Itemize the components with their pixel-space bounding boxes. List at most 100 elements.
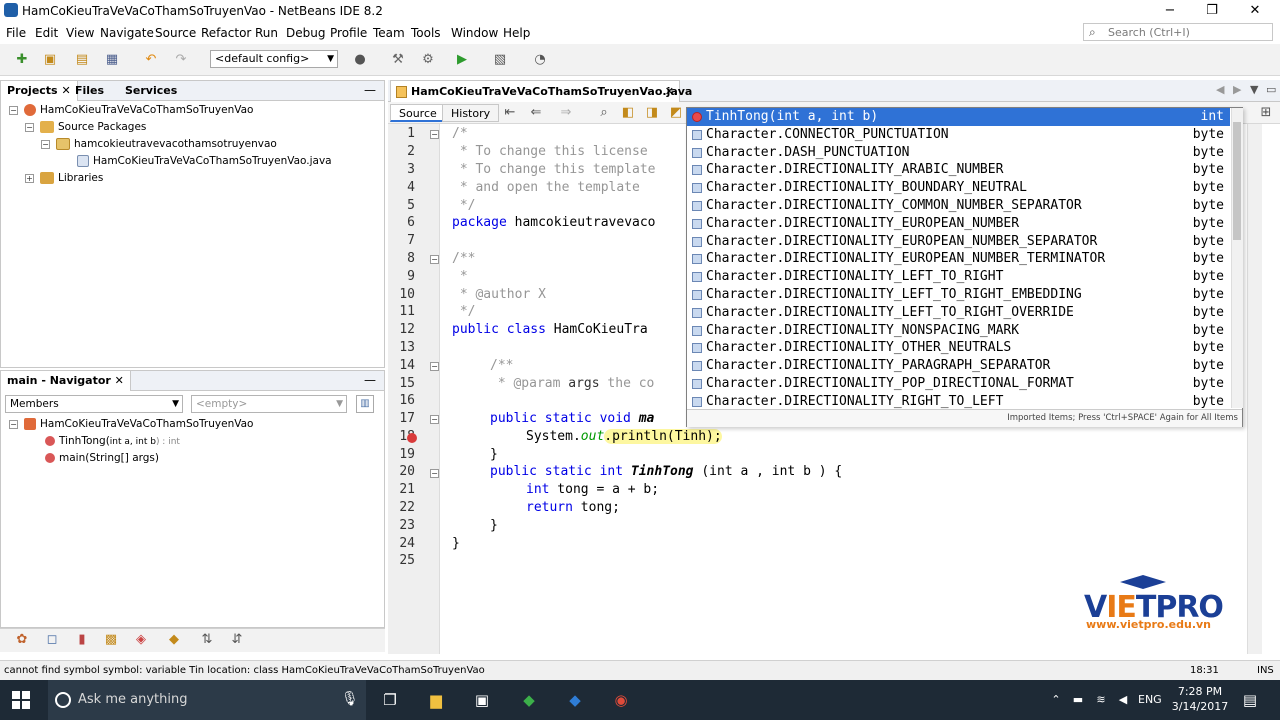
collapse-icon[interactable]: − (25, 122, 34, 132)
fold-toggle-icon[interactable]: − (430, 255, 439, 264)
tab-java-file[interactable]: HamCoKieuTraVeVaCoThamSoTruyenVao.java ✕ (390, 80, 692, 102)
completion-item[interactable]: Character.DIRECTIONALITY_NONSPACING_MARK… (687, 322, 1230, 340)
find-previous-icon[interactable]: ◧ (618, 103, 638, 123)
completion-item[interactable]: Character.DIRECTIONALITY_LEFT_TO_RIGHT_E… (687, 286, 1230, 304)
show-static-icon[interactable]: ◻ (42, 630, 62, 650)
minimize-panel-icon[interactable]: — (364, 83, 376, 97)
store-icon[interactable]: ▣ (472, 690, 492, 710)
find-next-icon[interactable]: ◨ (642, 103, 662, 123)
tab-services[interactable]: Services (119, 81, 183, 101)
tab-projects[interactable]: Projects ✕ (1, 81, 78, 101)
tree-item-package[interactable]: − hamcokieutravevacothamsotruyenvao (41, 136, 277, 153)
close-window-button[interactable]: ✕ (1233, 0, 1277, 22)
show-inherited-icon[interactable]: ◈ (131, 630, 151, 650)
file-explorer-icon[interactable]: ▆ (426, 690, 446, 710)
toggle-highlight-icon[interactable]: ◩ (666, 103, 686, 123)
undo-icon[interactable]: ↶ (141, 50, 161, 70)
scroll-left-icon[interactable]: ◀ (1216, 83, 1224, 96)
tree-item-project[interactable]: − HamCoKieuTraVeVaCoThamSoTruyenVao (9, 102, 253, 119)
scroll-right-icon[interactable]: ▶ (1233, 83, 1241, 96)
clean-build-icon[interactable]: ⚙ (418, 50, 438, 70)
find-icon[interactable]: ⌕ (594, 103, 614, 123)
search-box[interactable]: ⌕ Search (Ctrl+I) (1083, 23, 1273, 41)
show-nonpublic-icon[interactable]: ▮ (72, 630, 92, 650)
tree-item-java-file[interactable]: HamCoKieuTraVeVaCoThamSoTruyenVao.java (77, 153, 332, 170)
sort-by-source-icon[interactable]: ⇵ (227, 630, 247, 650)
tray-app-icon[interactable]: ▬ (1068, 690, 1088, 710)
notifications-icon[interactable]: ▤ (1240, 690, 1260, 710)
new-file-icon[interactable]: ✚ (12, 50, 32, 70)
menu-window[interactable]: Window (451, 26, 498, 40)
nav-method-tinhtong[interactable]: TinhTong(int a, int b) : int (45, 433, 180, 450)
fold-toggle-icon[interactable]: − (430, 415, 439, 424)
menu-tools[interactable]: Tools (411, 26, 441, 40)
back-icon[interactable]: ⇐ (526, 103, 546, 123)
minimize-panel-icon[interactable]: — (364, 373, 376, 387)
tab-history[interactable]: History (442, 104, 500, 122)
menu-refactor[interactable]: Refactor (201, 26, 251, 40)
editor-vertical-scrollbar[interactable] (1247, 124, 1262, 654)
nav-class-row[interactable]: − HamCoKieuTraVeVaCoThamSoTruyenVao (9, 416, 253, 433)
debug-icon[interactable]: ▧ (490, 50, 510, 70)
config-select[interactable]: <default config> ▼ (210, 50, 338, 68)
completion-item[interactable]: Character.DIRECTIONALITY_LEFT_TO_RIGHT by… (687, 268, 1230, 286)
completion-item[interactable]: Character.DIRECTIONALITY_PARAGRAPH_SEPAR… (687, 357, 1230, 375)
expand-icon[interactable]: + (25, 173, 34, 183)
cortana-search[interactable]: Ask me anything 🎙 (48, 680, 366, 720)
collapse-icon[interactable]: − (41, 139, 50, 149)
menu-view[interactable]: View (66, 26, 94, 40)
task-view-icon[interactable]: ❐ (380, 690, 400, 710)
collapse-icon[interactable]: − (9, 105, 18, 115)
menu-file[interactable]: File (6, 26, 26, 40)
completion-item[interactable]: Character.DIRECTIONALITY_OTHER_NEUTRALS b… (687, 339, 1230, 357)
split-editor-icon[interactable]: ⊞ (1256, 103, 1276, 123)
members-select[interactable]: Members ▼ (5, 395, 183, 413)
windows-start-icon[interactable] (12, 691, 30, 709)
menu-edit[interactable]: Edit (35, 26, 58, 40)
profile-icon[interactable]: ◔ (530, 50, 550, 70)
menu-help[interactable]: Help (503, 26, 530, 40)
fold-toggle-icon[interactable]: − (430, 362, 439, 371)
maximize-editor-icon[interactable]: ▭ (1266, 83, 1276, 96)
completion-item[interactable]: Character.DIRECTIONALITY_RIGHT_TO_LEFT by… (687, 393, 1230, 411)
open-project-icon[interactable]: ▤ (72, 50, 92, 70)
tab-files[interactable]: Files (69, 81, 110, 101)
menu-debug[interactable]: Debug (286, 26, 325, 40)
tree-item-source-packages[interactable]: − Source Packages (25, 119, 146, 136)
redo-icon[interactable]: ↷ (171, 50, 191, 70)
menu-profile[interactable]: Profile (330, 26, 367, 40)
build-target-icon[interactable]: ● (350, 50, 370, 70)
completion-item[interactable]: Character.DIRECTIONALITY_POP_DIRECTIONAL… (687, 375, 1230, 393)
nav-method-main[interactable]: main(String[] args) (45, 450, 159, 467)
fqn-icon[interactable]: ◆ (164, 630, 184, 650)
tab-navigator[interactable]: main - Navigator ✕ (1, 371, 131, 391)
fold-toggle-icon[interactable]: − (430, 130, 439, 139)
completion-item[interactable]: Character.CONNECTOR_PUNCTUATION byte (687, 126, 1230, 144)
show-inner-icon[interactable]: ▩ (101, 630, 121, 650)
completion-item[interactable]: Character.DIRECTIONALITY_EUROPEAN_NUMBER… (687, 250, 1230, 268)
completion-item[interactable]: TinhTong(int a, int b) int (687, 108, 1230, 126)
menu-source[interactable]: Source (155, 26, 196, 40)
sort-by-name-icon[interactable]: ⇅ (197, 630, 217, 650)
collapse-icon[interactable]: − (9, 419, 18, 429)
chrome-icon[interactable]: ◉ (611, 690, 631, 710)
volume-icon[interactable]: ◀ (1113, 690, 1133, 710)
last-edit-icon[interactable]: ⇤ (500, 103, 520, 123)
close-tab-icon[interactable]: ✕ (665, 85, 674, 98)
wifi-icon[interactable]: ≋ (1091, 690, 1111, 710)
forward-icon[interactable]: ⇒ (556, 103, 576, 123)
error-marker-icon[interactable] (407, 433, 417, 443)
menu-navigate[interactable]: Navigate (100, 26, 154, 40)
taskbar-clock[interactable]: 7:28 PM 3/14/2017 (1170, 684, 1230, 714)
completion-scroll-thumb[interactable] (1233, 122, 1241, 240)
show-fields-icon[interactable]: ✿ (12, 630, 32, 650)
tray-chevron-icon[interactable]: ⌃ (1046, 690, 1066, 710)
ide-taskbar-icon[interactable]: ◆ (565, 690, 585, 710)
netbeans-taskbar-icon[interactable]: ◆ (519, 690, 539, 710)
code-completion-popup[interactable]: TinhTong(int a, int b) int Character.CONN… (686, 107, 1243, 427)
language-indicator[interactable]: ENG (1138, 693, 1162, 706)
completion-item[interactable]: Character.DIRECTIONALITY_BOUNDARY_NEUTRA… (687, 179, 1230, 197)
save-all-icon[interactable]: ▦ (102, 50, 122, 70)
new-project-icon[interactable]: ▣ (40, 50, 60, 70)
menu-team[interactable]: Team (373, 26, 405, 40)
